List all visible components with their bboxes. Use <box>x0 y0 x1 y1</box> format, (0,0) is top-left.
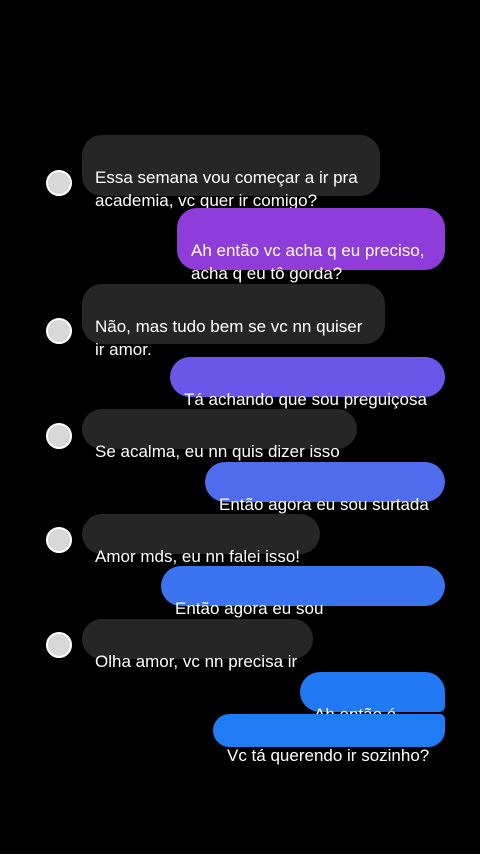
message-bubble-received[interactable]: Se acalma, eu nn quis dizer isso <box>82 409 357 461</box>
message-bubble-sent[interactable]: Vc tá querendo ir sozinho? <box>213 714 445 765</box>
message-bubble-received[interactable]: Amor mds, eu nn falei isso! <box>82 514 320 566</box>
message-text: Amor mds, eu nn falei isso! <box>95 547 301 566</box>
contact-avatar[interactable] <box>46 632 72 658</box>
message-bubble-received[interactable]: Essa semana vou começar a ir pra academi… <box>82 135 380 210</box>
message-text: Tá achando que sou preguiçosa <box>184 390 427 409</box>
contact-avatar[interactable] <box>46 423 72 449</box>
message-bubble-sent[interactable]: Então agora eu sou surtada <box>205 462 445 514</box>
message-bubble-sent[interactable]: Tá achando que sou preguiçosa <box>170 357 445 409</box>
message-bubble-received[interactable]: Não, mas tudo bem se vc nn quiser ir amo… <box>82 284 385 359</box>
message-bubble-sent[interactable]: Então agora eu sou mentirosa??? <box>161 566 445 641</box>
contact-avatar[interactable] <box>46 318 72 344</box>
message-text: Não, mas tudo bem se vc nn quiser ir amo… <box>95 317 363 359</box>
message-bubble-received[interactable]: Olha amor, vc nn precisa ir <box>82 619 313 671</box>
contact-avatar[interactable] <box>46 527 72 553</box>
message-text: Olha amor, vc nn precisa ir <box>95 652 298 671</box>
message-text: Essa semana vou começar a ir pra academi… <box>95 168 358 210</box>
contact-avatar[interactable] <box>46 170 72 196</box>
message-text: Ah então vc acha q eu preciso, acha q eu… <box>191 241 425 283</box>
message-bubble-sent[interactable]: Ah então é isso <box>300 672 445 747</box>
message-text: Então agora eu sou surtada <box>219 495 429 514</box>
message-text: Se acalma, eu nn quis dizer isso <box>95 442 340 461</box>
message-bubble-sent[interactable]: Ah então vc acha q eu preciso, acha q eu… <box>177 208 445 283</box>
message-text: Vc tá querendo ir sozinho? <box>227 746 430 765</box>
